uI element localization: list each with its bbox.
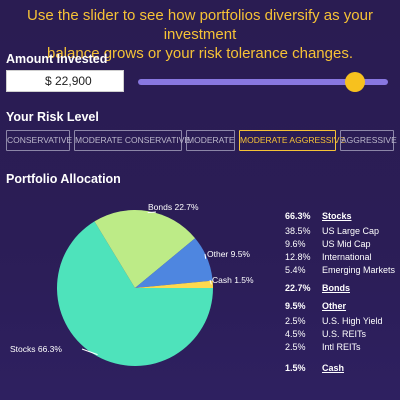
legend-name: Emerging Markets <box>322 265 396 275</box>
pie-label-cash: Cash 1.5% <box>212 275 254 285</box>
pie-leader-line <box>147 211 157 214</box>
legend-name: International <box>322 252 372 262</box>
pie-leader-line <box>204 253 207 259</box>
legend-name: US Mid Cap <box>322 239 371 249</box>
legend-percent: 1.5% <box>285 363 306 373</box>
legend-percent: 38.5% <box>285 226 311 236</box>
legend-percent: 9.5% <box>285 301 306 311</box>
legend-name: Stocks <box>322 211 352 221</box>
legend-name: U.S. REITs <box>322 329 367 339</box>
legend-percent: 22.7% <box>285 283 311 293</box>
legend-percent: 9.6% <box>285 239 306 249</box>
allocation-pie-chart: Stocks 66.3% Bonds 22.7% Other 9.5% Cash 1.… <box>10 202 254 366</box>
legend-percent: 4.5% <box>285 329 306 339</box>
pie-label-bonds: Bonds 22.7% <box>148 202 199 212</box>
pie-label-stocks: Stocks 66.3% <box>10 344 62 354</box>
legend-name: Other <box>322 301 347 311</box>
legend-name: Intl REITs <box>322 342 361 352</box>
legend-name: Bonds <box>322 283 350 293</box>
legend-percent: 66.3% <box>285 211 311 221</box>
legend-name: US Large Cap <box>322 226 380 236</box>
legend-name: Cash <box>322 363 345 373</box>
pie-label-other: Other 9.5% <box>207 249 250 259</box>
legend-percent: 2.5% <box>285 316 306 326</box>
legend-percent: 12.8% <box>285 252 311 262</box>
legend-percent: 2.5% <box>285 342 306 352</box>
legend-name: U.S. High Yield <box>322 316 383 326</box>
legend-percent: 5.4% <box>285 265 306 275</box>
